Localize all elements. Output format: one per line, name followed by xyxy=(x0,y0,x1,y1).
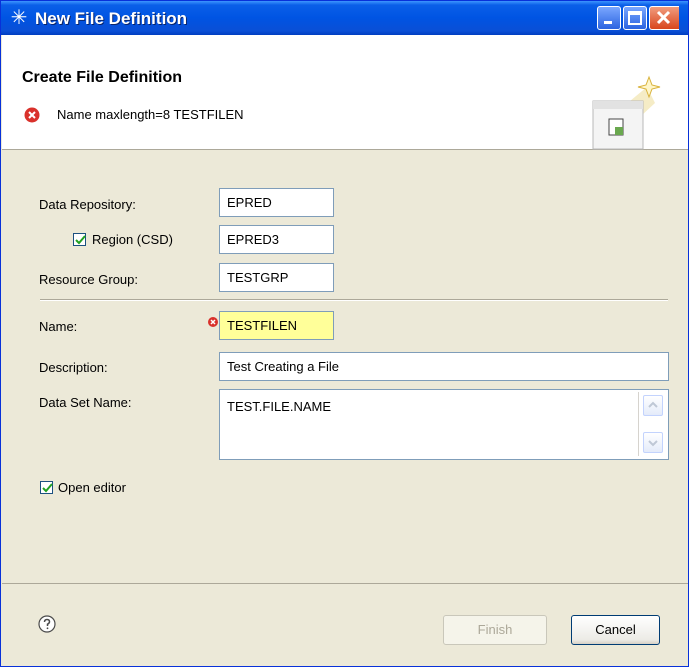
scroll-down-button[interactable] xyxy=(643,432,663,453)
button-bar: Finish Cancel xyxy=(2,583,688,668)
data-set-name-label: Data Set Name: xyxy=(39,395,132,410)
gear-icon: ✳ xyxy=(10,7,28,29)
resource-group-field[interactable]: TESTGRP xyxy=(219,263,334,292)
window-title: New File Definition xyxy=(35,9,188,28)
maximize-button[interactable] xyxy=(623,6,647,30)
close-button[interactable] xyxy=(649,6,679,30)
help-icon[interactable] xyxy=(38,615,56,633)
error-message: Name maxlength=8 TESTFILEN xyxy=(57,107,244,122)
data-repository-field[interactable]: EPRED xyxy=(219,188,334,217)
region-field[interactable]: EPRED3 xyxy=(219,225,334,254)
dialog-window: ✳ New File Definition Create File Defini… xyxy=(0,0,689,667)
resource-group-label: Resource Group: xyxy=(39,272,138,287)
page-title: Create File Definition xyxy=(22,69,183,86)
open-editor-checkbox[interactable] xyxy=(40,481,53,494)
title-bar[interactable]: ✳ New File Definition xyxy=(1,1,688,35)
open-editor-label[interactable]: Open editor xyxy=(58,480,126,495)
data-set-name-field[interactable]: TEST.FILE.NAME xyxy=(219,389,669,460)
file-definition-wizard-icon xyxy=(592,75,661,150)
cancel-button[interactable]: Cancel xyxy=(571,615,660,645)
scroll-up-button[interactable] xyxy=(643,395,663,416)
wizard-header: Create File Definition Name maxlength=8 … xyxy=(2,35,688,150)
finish-button[interactable]: Finish xyxy=(443,615,547,645)
field-error-icon xyxy=(208,317,218,327)
minimize-button[interactable] xyxy=(597,6,621,30)
error-icon xyxy=(24,107,40,123)
data-set-name-scrollbar[interactable] xyxy=(638,392,667,456)
name-label: Name: xyxy=(39,319,78,334)
data-repository-label: Data Repository: xyxy=(39,197,136,212)
region-label[interactable]: Region (CSD) xyxy=(92,232,173,247)
description-label: Description: xyxy=(39,360,108,375)
form-area: Data Repository: EPRED Region (CSD) EPRE… xyxy=(2,151,688,581)
name-field[interactable]: TESTFILEN xyxy=(219,311,334,340)
description-field[interactable]: Test Creating a File xyxy=(219,352,669,381)
separator xyxy=(40,299,668,301)
region-checkbox[interactable] xyxy=(73,233,86,246)
